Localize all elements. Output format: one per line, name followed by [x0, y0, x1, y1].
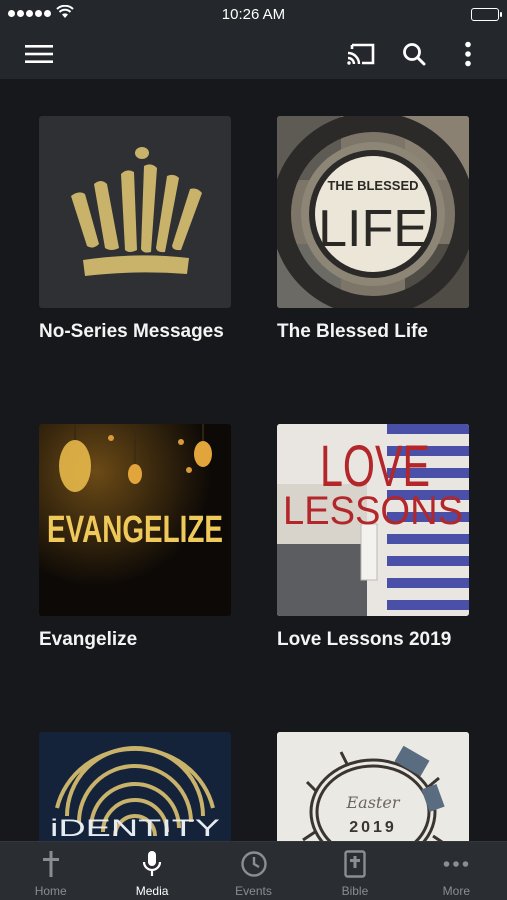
series-artwork: Easter 2019 — [277, 732, 469, 841]
art-text: EVANGELIZE — [47, 509, 223, 551]
series-tile-no-series[interactable]: No-Series Messages — [39, 116, 231, 344]
art-text: iDENTITY — [50, 815, 220, 841]
hamburger-menu-icon — [25, 45, 53, 63]
cross-icon — [42, 851, 59, 877]
series-artwork: iDENTITY — [39, 732, 231, 841]
search-icon — [403, 43, 426, 66]
battery-icon — [471, 8, 502, 21]
series-artwork: EVANGELIZE — [39, 424, 231, 616]
series-artwork: THE BLESSED LIFE — [277, 116, 469, 308]
art-text-line2: LIFE — [318, 200, 428, 258]
tab-label: More — [442, 884, 470, 898]
cast-button[interactable] — [341, 34, 381, 74]
clock-icon — [240, 851, 267, 877]
bible-icon — [344, 850, 366, 878]
series-tile-easter[interactable]: Easter 2019 — [277, 732, 469, 841]
blessed-life-artwork: THE BLESSED LIFE — [277, 116, 469, 308]
media-series-grid: No-Series Messages THE BLESSED LIFE The … — [0, 79, 507, 841]
overflow-menu-button[interactable] — [448, 34, 488, 74]
tab-home[interactable]: Home — [0, 842, 101, 900]
evangelize-artwork: EVANGELIZE — [39, 424, 231, 616]
tab-media[interactable]: Media — [101, 842, 202, 900]
microphone-icon — [143, 851, 162, 876]
series-artwork: LOVE LESSONS — [277, 424, 469, 616]
crown-icon — [71, 147, 202, 276]
status-bar: 10:26 AM — [0, 0, 507, 28]
tab-label: Events — [235, 884, 272, 898]
tab-events[interactable]: Events — [203, 842, 304, 900]
vertical-ellipsis-icon — [465, 41, 471, 67]
art-text-line1: Easter — [346, 793, 401, 812]
tab-label: Home — [34, 884, 67, 898]
tab-label: Bible — [341, 884, 369, 898]
cast-icon — [347, 43, 375, 65]
love-lessons-artwork: LOVE LESSONS — [277, 424, 469, 616]
tab-bible[interactable]: Bible — [304, 842, 405, 900]
series-tile-identity[interactable]: iDENTITY — [39, 732, 231, 841]
art-text-line1: THE BLESSED — [327, 178, 418, 193]
series-tile-blessed-life[interactable]: THE BLESSED LIFE The Blessed Life — [277, 116, 469, 344]
fingerprint-artwork: iDENTITY — [39, 732, 231, 841]
tab-label: Media — [135, 884, 169, 898]
crown-of-thorns-artwork: Easter 2019 — [277, 732, 469, 841]
series-tile-evangelize[interactable]: EVANGELIZE Evangelize — [39, 424, 231, 652]
series-title: No-Series Messages — [39, 321, 224, 342]
app-toolbar — [0, 28, 507, 79]
series-title: The Blessed Life — [277, 321, 428, 342]
series-tile-love-lessons[interactable]: LOVE LESSONS Love Lessons 2019 — [277, 424, 469, 652]
search-button[interactable] — [394, 34, 434, 74]
status-time: 10:26 AM — [221, 6, 286, 23]
tab-more[interactable]: More — [406, 842, 507, 900]
more-dots-icon — [444, 861, 469, 867]
series-title: Love Lessons 2019 — [277, 629, 452, 650]
series-title: Evangelize — [39, 629, 138, 650]
art-text-line2: LESSONS — [283, 489, 463, 533]
series-artwork — [39, 116, 231, 308]
menu-button[interactable] — [19, 34, 59, 74]
bottom-tab-bar: Home Media Events Bible More — [0, 841, 507, 900]
art-text-line2: 2019 — [349, 819, 397, 836]
